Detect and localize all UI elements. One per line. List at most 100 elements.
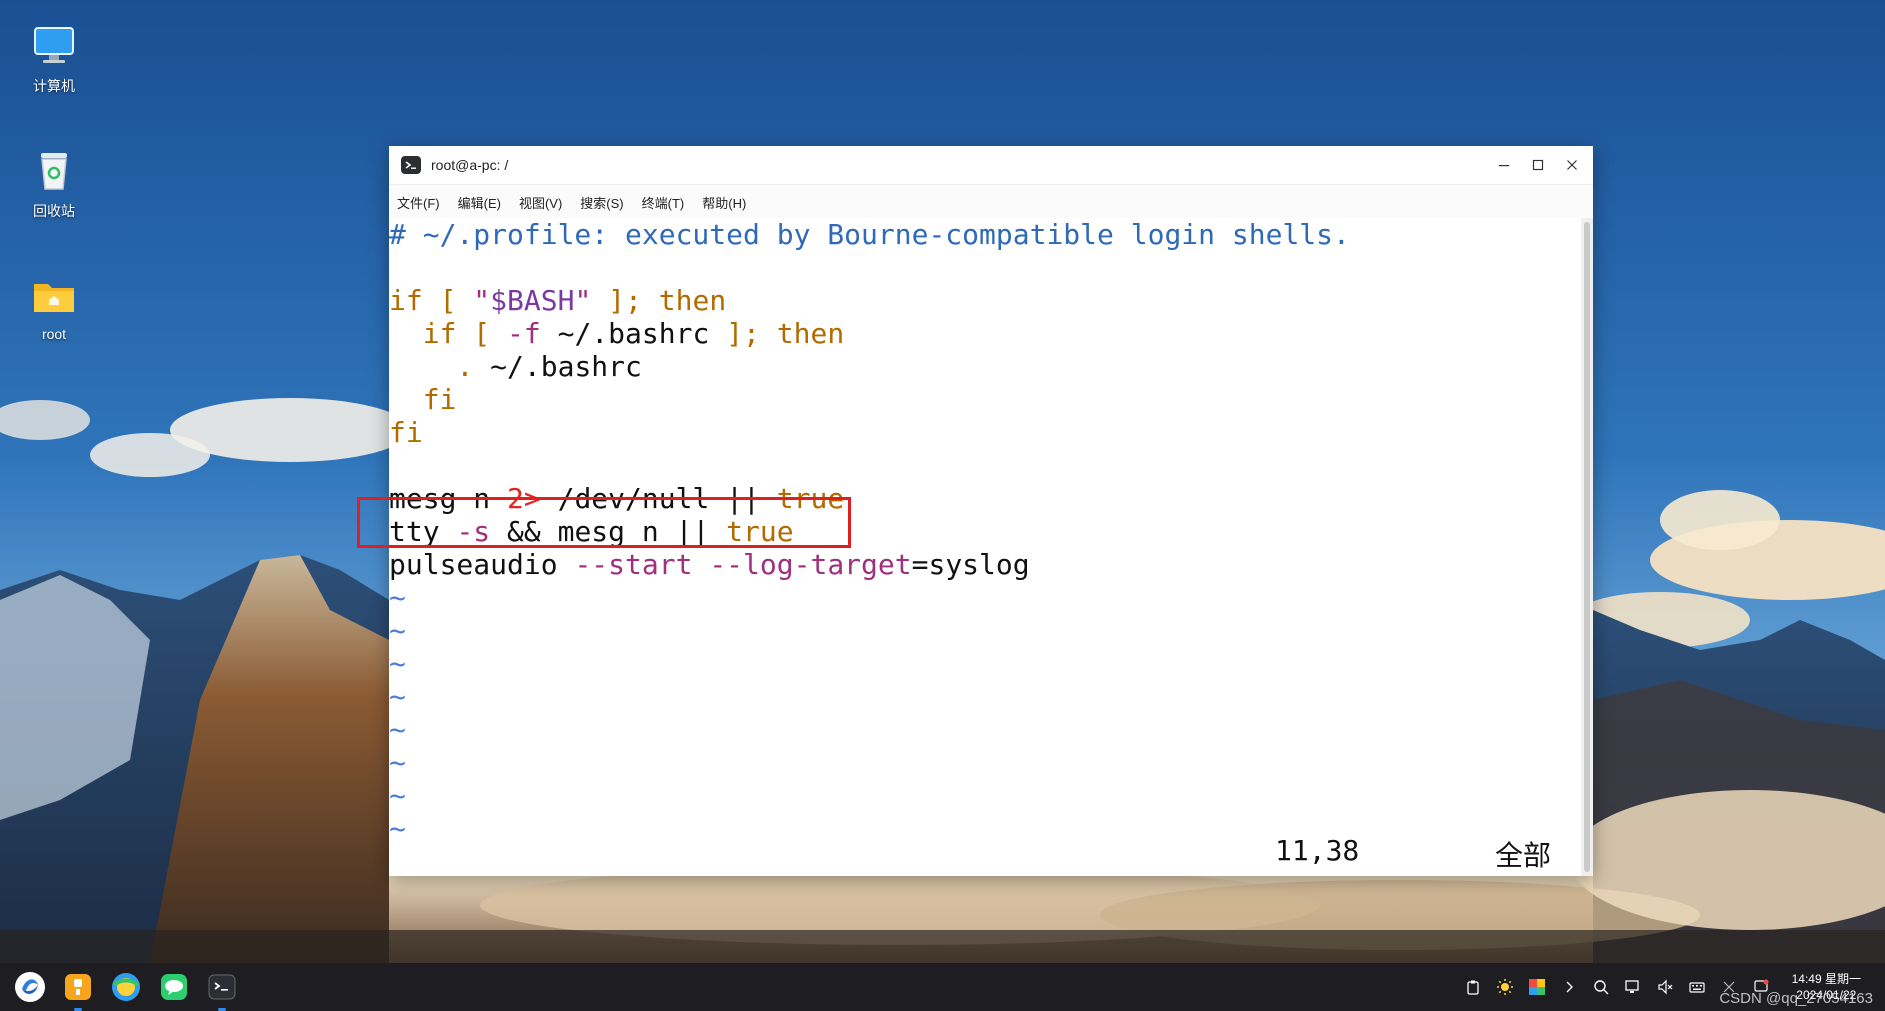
empty-line-marker: ~ — [389, 581, 406, 614]
chat-button[interactable] — [156, 969, 192, 1005]
app-store-button[interactable] — [60, 969, 96, 1011]
menu-terminal[interactable]: 终端(T) — [642, 189, 685, 216]
code-token: fi — [389, 416, 423, 449]
window-title: root@a-pc: / — [431, 157, 509, 173]
code-token: pulseaudio — [389, 548, 575, 581]
volume-muted-icon[interactable] — [1654, 976, 1676, 998]
terminal-icon — [208, 974, 236, 1000]
computer-icon — [30, 22, 78, 70]
browser-icon — [112, 973, 140, 1001]
code-line: pulseaudio --start --log-target=syslog — [389, 548, 1581, 581]
code-token: --log-target — [709, 548, 912, 581]
scrollbar[interactable] — [1581, 218, 1593, 876]
menu-search[interactable]: 搜索(S) — [580, 189, 623, 216]
code-token: fi — [422, 383, 457, 416]
close-icon — [1567, 160, 1577, 170]
code-token: " — [473, 284, 491, 317]
empty-line-marker: ~ — [389, 647, 406, 680]
window-titlebar[interactable]: root@a-pc: / — [389, 146, 1593, 185]
desktop-icon-trash[interactable]: 回收站 — [6, 147, 102, 221]
brightness-icon[interactable] — [1494, 976, 1516, 998]
terminal-icon — [401, 155, 421, 175]
code-token: ~/.bashrc — [473, 350, 642, 383]
minimize-button[interactable] — [1487, 146, 1521, 184]
taskbar: 14:49 星期一 2024/01/22 CSDN @qq_27054163 — [0, 963, 1885, 1011]
menu-file[interactable]: 文件(F) — [397, 189, 440, 216]
code-token: ]; — [726, 317, 777, 350]
desktop-icon-computer[interactable]: 计算机 — [6, 22, 102, 96]
keyboard-icon[interactable] — [1686, 976, 1708, 998]
code-token: if — [422, 317, 457, 350]
desktop-icon-root-folder[interactable]: root — [6, 272, 102, 342]
code-token: --start — [574, 548, 693, 581]
code-line: ~ — [389, 647, 1581, 680]
empty-line-marker: ~ — [389, 680, 406, 713]
code-token: ]; — [591, 284, 659, 317]
annotation-highlight-box — [357, 497, 851, 548]
desktop-icon-label: 计算机 — [33, 78, 75, 94]
empty-line-marker: ~ — [389, 779, 406, 812]
empty-line-marker: ~ — [389, 614, 406, 647]
terminal-taskbar-button[interactable] — [204, 969, 240, 1011]
code-token: then — [776, 317, 845, 350]
code-token: if — [389, 284, 423, 317]
code-token: " — [574, 284, 592, 317]
app-store-icon — [65, 974, 91, 1000]
code-line: ~ — [389, 581, 1581, 614]
scrollbar-thumb[interactable] — [1584, 222, 1590, 872]
browser-button[interactable] — [108, 969, 144, 1005]
watermark-text: CSDN @qq_27054163 — [1719, 990, 1873, 1007]
empty-line-marker: ~ — [389, 713, 406, 746]
code-line: fi — [389, 416, 1581, 449]
code-token: . — [456, 350, 474, 383]
launcher-button[interactable] — [12, 969, 48, 1005]
vim-status-line: 11,38 全部 — [389, 834, 1581, 872]
menu-help[interactable]: 帮助(H) — [702, 189, 746, 216]
code-line: ~ — [389, 713, 1581, 746]
code-line: ~ — [389, 680, 1581, 713]
code-token: ~/.bashrc — [540, 317, 727, 350]
code-line: ~ — [389, 779, 1581, 812]
code-token: -f — [507, 317, 541, 350]
minimize-icon — [1499, 165, 1509, 167]
code-token: then — [658, 284, 727, 317]
search-icon[interactable] — [1590, 976, 1612, 998]
code-token: $BASH — [490, 284, 575, 317]
code-line: fi — [389, 383, 1581, 416]
code-line: ~ — [389, 614, 1581, 647]
code-token: # ~/.profile: executed by Bourne-compati… — [389, 218, 1350, 251]
cursor-position: 11,38 — [1275, 834, 1360, 867]
desktop-icon-label: 回收站 — [33, 203, 75, 219]
menubar: 文件(F) 编辑(E) 视图(V) 搜索(S) 终端(T) 帮助(H) — [389, 185, 1593, 219]
close-button[interactable] — [1555, 146, 1589, 184]
code-token: [ — [422, 284, 474, 317]
code-line: ~ — [389, 746, 1581, 779]
scroll-scope: 全部 — [1495, 839, 1552, 872]
launcher-icon — [15, 972, 45, 1002]
display-icon[interactable] — [1622, 976, 1644, 998]
menu-view[interactable]: 视图(V) — [519, 189, 562, 216]
trash-icon — [30, 147, 78, 195]
chat-icon — [161, 974, 187, 1000]
clock-time: 14:49 星期一 — [1791, 972, 1861, 986]
code-token: [ — [456, 317, 508, 350]
desktop-icon-label: root — [41, 326, 67, 342]
code-line: if [ -f ~/.bashrc ]; then — [389, 317, 1581, 350]
maximize-button[interactable] — [1521, 146, 1555, 184]
menu-edit[interactable]: 编辑(E) — [458, 189, 501, 216]
code-line: # ~/.profile: executed by Bourne-compati… — [389, 218, 1581, 251]
empty-line-marker: ~ — [389, 746, 406, 779]
maximize-icon — [1532, 159, 1544, 171]
clipboard-icon[interactable] — [1462, 976, 1484, 998]
color-picker-icon[interactable] — [1526, 976, 1548, 998]
code-line: if [ "$BASH" ]; then — [389, 284, 1581, 317]
folder-icon — [30, 272, 78, 320]
code-line: . ~/.bashrc — [389, 350, 1581, 383]
chevron-right-icon[interactable] — [1558, 976, 1580, 998]
code-token: =syslog — [911, 548, 1030, 581]
